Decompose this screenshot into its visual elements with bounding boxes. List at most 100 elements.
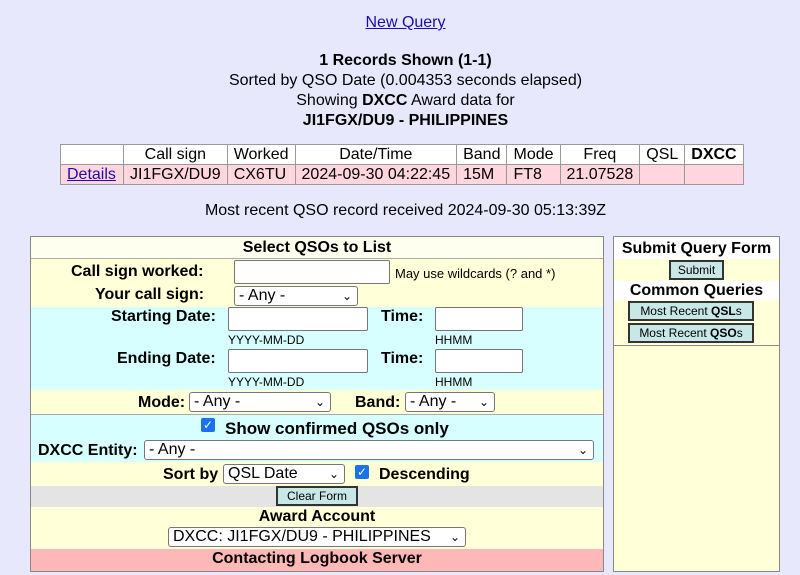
your-call-select[interactable]: - Any - ⌄ [234, 286, 358, 306]
confirmed-checkbox[interactable]: ✓ [201, 418, 215, 432]
confirmed-label: Show confirmed QSOs only [225, 419, 449, 438]
dxcc-entity-value: - Any - [149, 441, 196, 458]
qso-btn-bold: QSO [710, 326, 737, 340]
status-text: Contacting Logbook Server [212, 550, 422, 567]
band-value: - Any - [410, 393, 457, 410]
col-header-blank [60, 144, 124, 165]
showing-award-line: Showing DXCC Award data for [0, 91, 800, 111]
cell-qsl [639, 164, 686, 185]
cell-mode: FT8 [506, 164, 561, 185]
cell-dxcc [684, 164, 744, 185]
start-date-hint: YYYY-MM-DD [228, 333, 305, 347]
cell-details: Details [60, 164, 124, 185]
end-time-input[interactable] [435, 349, 523, 373]
your-call-value: - Any - [239, 287, 286, 304]
entity-title: JI1FGX/DU9 - PHILIPPINES [302, 112, 509, 129]
start-time-hint: HHMM [435, 333, 473, 347]
new-query-container: New Query [0, 14, 800, 32]
clear-row: Clear Form [31, 486, 603, 507]
new-query-link[interactable]: New Query [365, 14, 445, 31]
end-date-label: Ending Date: [117, 350, 216, 367]
sort-select[interactable]: QSL Date ⌄ [223, 464, 345, 484]
dxcc-entity-label: DXCC Entity: [38, 442, 138, 459]
cell-freq: 21.07528 [559, 164, 641, 185]
descending-checkbox[interactable]: ✓ [355, 465, 369, 479]
showing-prefix: Showing [296, 92, 363, 109]
call-worked-input[interactable] [234, 260, 390, 284]
cell-worked: CX6TU [226, 164, 296, 185]
clear-form-button[interactable]: Clear Form [276, 486, 358, 506]
submit-title: Submit Query Form [621, 240, 772, 257]
sorted-by-text: Sorted by QSO Date (0.004353 seconds ela… [228, 72, 583, 89]
award-account-value: DXCC: JI1FGX/DU9 - PHILIPPINES [173, 528, 431, 545]
wildcard-note: May use wildcards (? and *) [395, 266, 556, 281]
form-title: Select QSOs to List [242, 239, 392, 256]
award-account-select[interactable]: DXCC: JI1FGX/DU9 - PHILIPPINES ⌄ [168, 527, 466, 547]
your-call-label: Your call sign: [95, 286, 205, 303]
end-date-input[interactable] [228, 349, 368, 373]
most-recent-qsls-button[interactable]: Most Recent QSLs [628, 301, 754, 321]
chevron-down-icon: ⌄ [449, 530, 460, 544]
confirmed-dxcc-section: ✓ Show confirmed QSOs only DXCC Entity: … [31, 415, 603, 462]
most-recent-qsos-button[interactable]: Most Recent QSOs [628, 323, 754, 343]
qso-btn-prefix: Most Recent [639, 326, 711, 340]
call-worked-label: Call sign worked: [71, 263, 204, 280]
chevron-down-icon: ⌄ [478, 395, 489, 409]
mode-select[interactable]: - Any - ⌄ [189, 392, 331, 412]
chevron-down-icon: ⌄ [328, 467, 339, 481]
side-panel: Submit Query Form Submit Common Queries … [613, 236, 780, 572]
award-account-label: Award Account [258, 508, 376, 525]
award-account-section: Award Account DXCC: JI1FGX/DU9 - PHILIPP… [31, 507, 603, 549]
results-table: Call sign Worked Date/Time Band Mode Fre… [60, 144, 744, 185]
sort-label: Sort by [163, 466, 219, 483]
col-header-mode: Mode [506, 144, 561, 165]
col-header-band: Band [456, 144, 508, 165]
details-link[interactable]: Details [67, 166, 116, 183]
qsl-btn-bold: QSL [711, 304, 736, 318]
callsign-section: Call sign worked: May use wildcards (? a… [31, 259, 603, 307]
cell-band: 15M [456, 164, 508, 185]
col-header-freq: Freq [559, 144, 641, 165]
showing-suffix: Award data for [407, 92, 515, 109]
common-queries-row: Most Recent QSLs Most Recent QSOs [614, 300, 779, 345]
chevron-down-icon: ⌄ [314, 395, 325, 409]
col-header-datetime: Date/Time [294, 144, 458, 165]
col-header-qsl: QSL [639, 144, 686, 165]
status-row: Contacting Logbook Server [31, 549, 603, 571]
date-section: Starting Date: Time: YYYY-MM-DD HHMM End… [31, 307, 603, 390]
chevron-down-icon: ⌄ [577, 443, 588, 457]
band-label: Band: [355, 394, 401, 411]
cell-datetime: 2024-09-30 04:22:45 [294, 164, 458, 185]
dxcc-entity-select[interactable]: - Any - ⌄ [144, 440, 594, 460]
descending-label: Descending [379, 466, 470, 483]
query-form-panel: Select QSOs to List Call sign worked: Ma… [30, 236, 604, 572]
form-title-row: Select QSOs to List [31, 237, 603, 258]
mode-band-row: Mode: - Any - ⌄ Band: - Any - ⌄ [31, 390, 603, 414]
col-header-call-sign: Call sign [123, 144, 228, 165]
table-header-row: Call sign Worked Date/Time Band Mode Fre… [60, 144, 744, 165]
start-date-input[interactable] [228, 307, 368, 331]
sort-value: QSL Date [228, 465, 298, 482]
submit-button[interactable]: Submit [669, 260, 724, 280]
common-queries-title: Common Queries [629, 282, 764, 299]
end-time-label: Time: [381, 350, 424, 367]
records-shown: 1 Records Shown (1-1) [319, 52, 492, 69]
qsl-btn-suffix: s [735, 304, 742, 318]
sort-row: Sort by QSL Date ⌄ ✓ Descending [31, 462, 603, 486]
end-time-hint: HHMM [435, 375, 473, 389]
results-summary: 1 Records Shown (1-1) Sorted by QSO Date… [0, 51, 800, 131]
most-recent-record: Most recent QSO record received 2024-09-… [204, 202, 607, 219]
chevron-down-icon: ⌄ [341, 289, 352, 303]
qsl-btn-prefix: Most Recent [640, 304, 712, 318]
cell-call-sign: JI1FGX/DU9 [123, 164, 228, 185]
end-date-hint: YYYY-MM-DD [228, 375, 305, 389]
submit-row: Submit [614, 259, 779, 281]
mode-label: Mode: [138, 394, 186, 411]
start-time-input[interactable] [435, 307, 523, 331]
mode-value: - Any - [194, 393, 241, 410]
table-row: Details JI1FGX/DU9 CX6TU 2024-09-30 04:2… [60, 164, 744, 185]
showing-award: DXCC [362, 92, 408, 109]
start-time-label: Time: [381, 308, 424, 325]
band-select[interactable]: - Any - ⌄ [405, 392, 495, 412]
start-date-label: Starting Date: [111, 308, 216, 325]
